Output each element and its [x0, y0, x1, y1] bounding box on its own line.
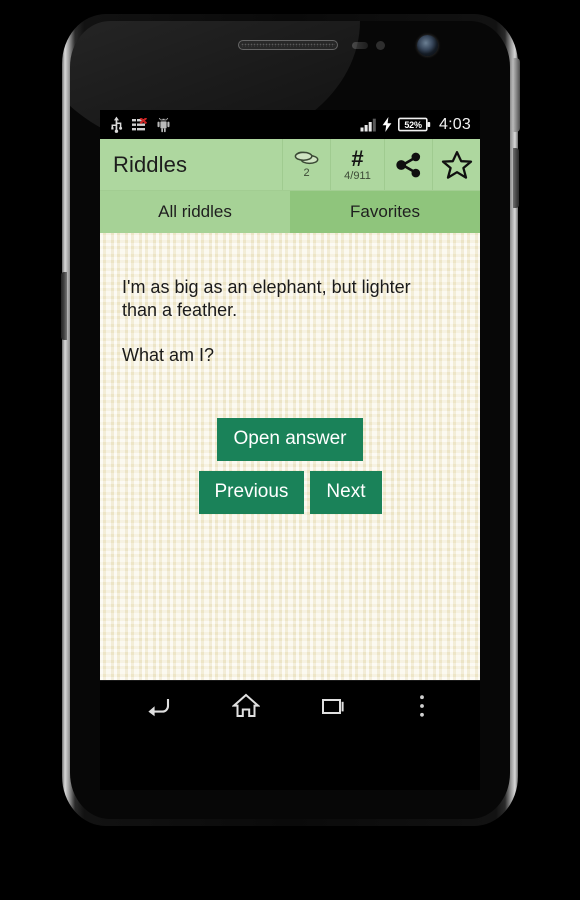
coins-stack-icon [294, 151, 318, 165]
tab-bar: All riddles Favorites [100, 191, 480, 233]
proximity-sensor-icon [352, 42, 368, 49]
difficulty-value: 2 [303, 167, 310, 179]
status-bar-clock: 4:03 [439, 115, 471, 133]
navigation-button-row: Previous Next [198, 471, 382, 514]
nav-overflow-button[interactable] [389, 681, 455, 731]
next-button[interactable]: Next [310, 471, 382, 514]
page-title: Riddles [113, 151, 188, 177]
android-navigation-bar [100, 680, 480, 730]
android-icon [157, 117, 170, 132]
share-icon [395, 152, 420, 177]
hash-icon: # [351, 145, 364, 171]
status-bar-right-icons: 52% 4:03 [360, 115, 471, 133]
riddle-actions: Open answer Previous Next [100, 418, 480, 514]
tab-favorites[interactable]: Favorites [290, 191, 480, 233]
nav-recents-button[interactable] [301, 681, 367, 731]
list-error-icon [132, 117, 147, 130]
previous-button[interactable]: Previous [198, 471, 305, 514]
open-answer-button[interactable]: Open answer [217, 418, 363, 461]
home-icon [232, 693, 260, 717]
battery-percent-label: 52% [404, 119, 422, 130]
riddle-content-area: I'm as big as an elephant, but lighter t… [100, 233, 480, 680]
difficulty-action-button[interactable]: 2 [282, 139, 330, 190]
star-outline-icon [441, 150, 472, 179]
power-button[interactable] [513, 58, 520, 132]
usb-icon [111, 116, 123, 133]
signal-bars-icon [360, 118, 376, 131]
favorite-button[interactable] [432, 139, 480, 190]
riddle-index-value: 4/911 [344, 169, 371, 182]
status-bar: 52% 4:03 [100, 110, 480, 139]
volume-button[interactable] [513, 148, 519, 208]
earpiece-speaker-icon [238, 40, 338, 50]
app-bar: Riddles 2 # 4/911 [100, 139, 480, 191]
front-camera-icon [417, 35, 438, 56]
riddle-text: I'm as big as an elephant, but lighter t… [122, 277, 411, 321]
light-sensor-icon [376, 41, 385, 50]
tab-all-riddles[interactable]: All riddles [100, 191, 290, 233]
riddle-index-button[interactable]: # 4/911 [330, 139, 384, 190]
charging-bolt-icon [382, 117, 392, 132]
left-side-button[interactable] [61, 272, 67, 340]
phone-screen: 52% 4:03 Riddles 2 # 4/911 All riddles F… [100, 110, 480, 790]
battery-indicator: 52% [398, 117, 431, 132]
share-button[interactable] [384, 139, 432, 190]
overflow-menu-icon [420, 694, 424, 717]
back-arrow-icon [148, 698, 170, 716]
riddle-block: I'm as big as an elephant, but lighter t… [100, 233, 480, 367]
screenshot-stage: 52% 4:03 Riddles 2 # 4/911 All riddles F… [0, 0, 580, 900]
nav-home-button[interactable] [213, 681, 279, 731]
riddle-question: What am I? [122, 345, 215, 366]
recents-icon [322, 698, 344, 714]
status-bar-left-icons [110, 116, 171, 133]
nav-back-button[interactable] [125, 681, 191, 731]
